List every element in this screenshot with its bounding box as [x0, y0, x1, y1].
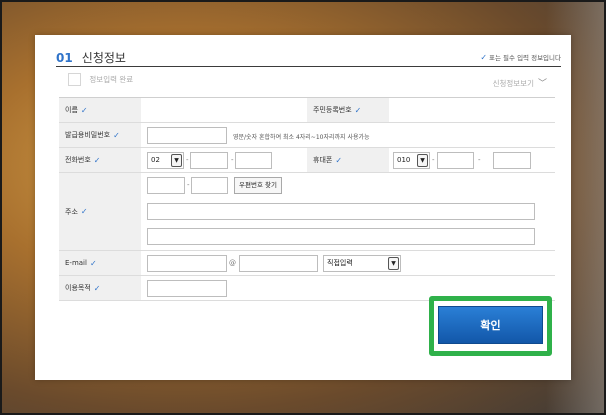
check-icon: ✓ — [80, 105, 88, 115]
zip-search-button[interactable]: 우편번호 찾기 — [234, 177, 282, 194]
email-domain-input[interactable] — [239, 255, 318, 272]
complete-checkbox[interactable] — [68, 73, 81, 86]
email-id-input[interactable] — [147, 255, 227, 272]
at-sign: @ — [229, 259, 236, 267]
dash: - — [231, 156, 234, 164]
check-icon: ✓ — [93, 155, 101, 165]
section-number: 01 — [56, 51, 73, 65]
application-form: 이름 ✓ 주민등록번호 ✓ 발급용비밀번호 ✓ 영문/숫자 혼합하여 최소 4자리~1… — [59, 97, 555, 301]
phone-last-input[interactable] — [235, 152, 272, 169]
status-bar: 정보입력 완료 신청정보보기 ﹀ — [68, 73, 547, 93]
required-note: ✓ 표는 필수 입력 정보입니다 — [480, 53, 561, 62]
mobile-middle-input[interactable] — [437, 152, 474, 169]
email-domain-select[interactable]: 직접입력 ▼ — [323, 255, 401, 272]
phone-area-select[interactable]: 02 ▼ — [147, 152, 184, 169]
purpose-input[interactable] — [147, 280, 227, 297]
dash: - — [478, 156, 481, 164]
chevron-down-icon: ▼ — [417, 154, 428, 167]
mobile-last-input[interactable] — [493, 152, 531, 169]
label-mobile: 휴대폰 ✓ — [307, 148, 389, 172]
check-icon: ✓ — [113, 130, 120, 140]
dash: - — [186, 156, 189, 164]
check-icon: ✓ — [480, 53, 488, 62]
phone-middle-input[interactable] — [190, 152, 228, 169]
label-email: E-mail ✓ — [59, 251, 141, 275]
row-address: 주소 ✓ - 우편번호 찾기 — [59, 173, 555, 251]
section-title: 신청정보 — [81, 51, 126, 65]
check-icon: ✓ — [93, 283, 101, 293]
label-password: 발급용비밀번호 ✓ — [59, 123, 141, 147]
check-icon: ✓ — [335, 155, 343, 165]
label-address: 주소 ✓ — [59, 173, 141, 250]
chevron-down-icon: ▼ — [388, 257, 399, 270]
section-header: 01 신청정보 ✓ 표는 필수 입력 정보입니다 — [56, 45, 561, 67]
label-name: 이름 ✓ — [59, 98, 141, 122]
view-info-toggle[interactable]: 신청정보보기 ﹀ — [493, 76, 547, 89]
label-resident-no: 주민등록번호 ✓ — [307, 98, 389, 122]
dash: - — [432, 156, 435, 164]
password-hint: 영문/숫자 혼합하여 최소 4자리~10자리까지 사용가능 — [233, 134, 370, 141]
row-name: 이름 ✓ 주민등록번호 ✓ — [59, 98, 555, 123]
chevron-down-icon: ▼ — [171, 154, 182, 167]
zip-first-input[interactable] — [147, 177, 185, 194]
address-line2-input[interactable] — [147, 228, 535, 245]
address-line1-input[interactable] — [147, 203, 535, 220]
dash: - — [187, 181, 190, 189]
label-purpose: 이용목적 ✓ — [59, 276, 141, 300]
check-icon: ✓ — [80, 207, 88, 216]
check-icon: ✓ — [89, 258, 97, 268]
row-phone: 전화번호 ✓ 02 ▼ - - 휴대폰 ✓ 010 ▼ - - — [59, 148, 555, 173]
password-input[interactable] — [147, 127, 227, 144]
label-phone: 전화번호 ✓ — [59, 148, 141, 172]
confirm-button[interactable]: 확인 — [438, 306, 543, 344]
complete-label: 정보입력 완료 — [89, 75, 134, 84]
chevron-down-icon: ﹀ — [537, 79, 547, 89]
row-password: 발급용비밀번호 ✓ 영문/숫자 혼합하여 최소 4자리~10자리까지 사용가능 — [59, 123, 555, 148]
zip-last-input[interactable] — [191, 177, 228, 194]
row-email: E-mail ✓ @ 직접입력 ▼ — [59, 251, 555, 276]
mobile-prefix-select[interactable]: 010 ▼ — [393, 152, 430, 169]
check-icon: ✓ — [354, 105, 362, 115]
confirm-highlight: 확인 — [429, 296, 552, 356]
